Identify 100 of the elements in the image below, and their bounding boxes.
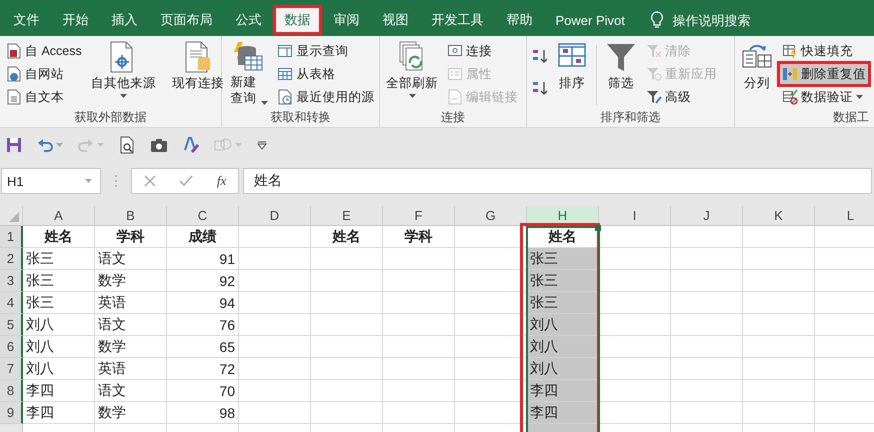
table-cell: 姓名 [548,228,576,246]
camera-icon [150,137,168,153]
caret-icon [408,94,416,99]
ribbon-button[interactable]: 自其他来源 [88,39,159,104]
ribbon-button[interactable]: 自 Access [3,40,85,62]
row-header[interactable]: 2 [0,248,23,270]
clock-file-icon [277,89,294,105]
lightbulb-icon [650,11,664,29]
pane-icon [277,43,294,59]
ribbon-button[interactable]: 分列 [738,39,776,94]
reapply-filter-icon [646,66,662,82]
caret-icon [856,94,863,100]
row-header[interactable]: 8 [0,380,23,402]
corner-triangle-icon [9,212,19,222]
table-cell: 语文 [98,316,126,334]
ribbon-button[interactable]: 现有连接 [168,39,227,94]
clear-filter-icon [646,43,662,59]
table-cell: 李四 [26,404,54,422]
ribbon-button[interactable]: 连接 [444,40,521,62]
ribbon-button[interactable]: 排序 [553,39,591,94]
toolbar-button[interactable] [181,134,201,156]
column-header[interactable]: G [455,206,527,226]
column-header[interactable]: C [167,206,239,226]
ribbon-tab[interactable]: 开发工具 [420,5,495,35]
insert-function-button[interactable]: fx [212,171,230,191]
ribbon-tab[interactable]: 页面布局 [149,5,224,35]
caret-icon [85,178,92,184]
ribbon-button[interactable]: 新建查询 [225,39,272,108]
ribbon-button[interactable]: 高级 [643,86,720,108]
row-header[interactable]: 1 [0,226,23,248]
table-cell: 张三 [26,272,54,290]
column-header[interactable]: I [599,206,671,226]
check-icon [179,175,194,187]
table-cell: 姓名 [332,228,360,246]
column-header[interactable]: E [311,206,383,226]
ribbon-button[interactable]: 自文本 [3,86,85,108]
ribbon-tab[interactable]: 文件 [2,5,51,35]
data-validation-icon [782,89,798,105]
column-header[interactable]: K [743,206,815,226]
row-header[interactable]: 9 [0,402,23,424]
caret-icon [97,142,104,148]
group-label: 获取外部数据 [74,109,146,126]
name-box[interactable]: H1 [1,168,101,194]
table-cell: 65 [219,338,235,354]
row-header[interactable]: 5 [0,314,23,336]
column-header[interactable]: J [671,206,743,226]
selected-cell: 张三 [527,292,599,314]
ribbon-tab[interactable]: 插入 [100,5,149,35]
database-file-icon [6,43,22,59]
ribbon-button[interactable]: 全部刷新 [383,39,441,104]
ribbon-button[interactable]: 从表格 [274,63,378,85]
table-cell: 98 [219,404,235,420]
print-preview-icon [119,136,135,154]
ribbon-button[interactable]: 最近使用的源 [274,86,378,108]
table-cell: 76 [219,316,235,332]
ribbon-button[interactable]: 数据验证 [779,86,869,108]
column-header[interactable]: A [23,206,95,226]
row-header[interactable]: 3 [0,270,23,292]
ribbon-button[interactable]: 自网站 [3,63,85,85]
column-header[interactable]: D [239,206,311,226]
shapes-icon [214,137,232,153]
ribbon-tab[interactable]: Power Pivot [544,5,636,35]
table-cell: 成绩 [188,228,216,246]
ribbon-tab[interactable]: 数据 [273,5,322,35]
connection-icon [447,43,463,59]
selected-cell: 李四 [527,380,599,402]
customize-icon [257,140,267,150]
spelling-icon [183,136,199,154]
table-cell: 数学 [98,272,126,290]
row-header[interactable]: 4 [0,292,23,314]
table-icon [277,66,294,82]
group-label: 连接 [441,109,465,126]
row-header[interactable]: 7 [0,358,23,380]
table-cell: 李四 [26,382,54,400]
fill-handle[interactable] [595,225,601,231]
ribbon-tab[interactable]: 开始 [51,5,100,35]
selected-cell: 刘八 [527,358,599,380]
ribbon-tab[interactable]: 帮助 [495,5,544,35]
ribbon-tab[interactable]: 视图 [371,5,420,35]
table-cell: 94 [219,294,235,310]
ribbon-button[interactable]: 显示查询 [274,40,378,62]
search-field[interactable]: 操作说明搜索 [672,12,782,28]
table-cell: 语文 [98,250,126,268]
column-header[interactable]: F [383,206,455,226]
column-header[interactable]: B [95,206,167,226]
ribbon-button[interactable]: 筛选 [602,39,640,94]
group-label: 排序和筛选 [600,109,660,126]
properties-icon [447,66,463,82]
ribbon-button[interactable]: 删除重复值 [779,63,869,85]
formula-field[interactable]: 姓名 [243,168,872,194]
column-header[interactable]: L [815,206,874,226]
advanced-filter-icon [646,89,662,105]
undo-icon [37,137,53,153]
save-icon [6,137,22,153]
row-header[interactable]: 6 [0,336,23,358]
ribbon-tab[interactable]: 公式 [224,5,273,35]
ribbon-tab[interactable]: 审阅 [322,5,371,35]
web-page-icon [6,66,22,82]
group-label: 获取和转换 [270,109,330,126]
selected-cell: 张三 [527,248,599,270]
